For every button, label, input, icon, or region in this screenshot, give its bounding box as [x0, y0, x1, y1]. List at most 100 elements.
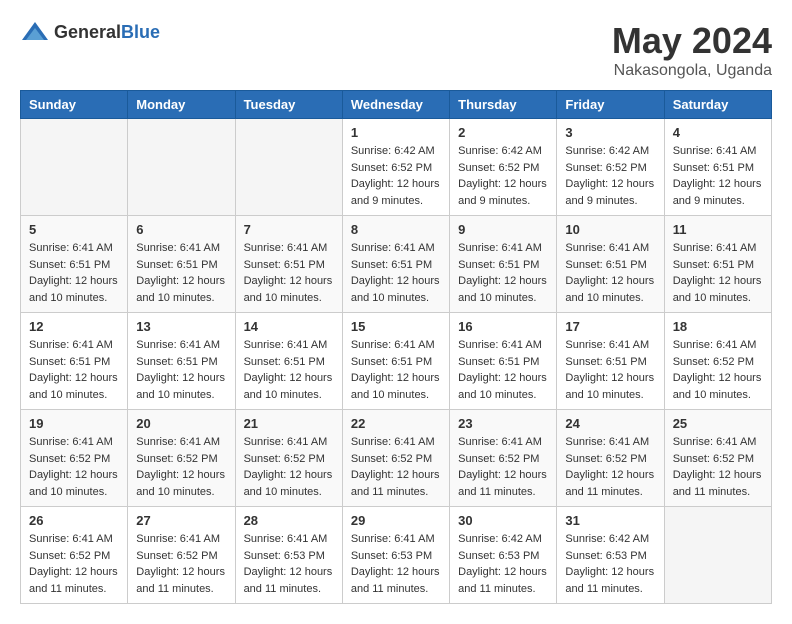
day-info-line: Sunset: 6:52 PM: [565, 451, 655, 468]
day-info-line: Sunset: 6:52 PM: [673, 354, 763, 371]
month-title: May 2024: [612, 20, 772, 62]
day-info-line: Daylight: 12 hours: [458, 370, 548, 387]
day-info: Sunrise: 6:41 AMSunset: 6:52 PMDaylight:…: [136, 434, 226, 500]
day-info-line: Sunrise: 6:41 AM: [565, 240, 655, 257]
calendar-cell: 12Sunrise: 6:41 AMSunset: 6:51 PMDayligh…: [21, 313, 128, 410]
day-number: 23: [458, 416, 548, 431]
day-info: Sunrise: 6:41 AMSunset: 6:51 PMDaylight:…: [29, 337, 119, 403]
day-number: 10: [565, 222, 655, 237]
day-info-line: Daylight: 12 hours: [29, 370, 119, 387]
day-info-line: Sunrise: 6:41 AM: [136, 531, 226, 548]
day-info-line: Sunset: 6:53 PM: [351, 548, 441, 565]
day-info-line: Sunrise: 6:42 AM: [565, 531, 655, 548]
day-info-line: Sunset: 6:51 PM: [136, 354, 226, 371]
day-info-line: Daylight: 12 hours: [565, 564, 655, 581]
day-number: 13: [136, 319, 226, 334]
day-info: Sunrise: 6:41 AMSunset: 6:51 PMDaylight:…: [458, 240, 548, 306]
calendar-cell: 8 Sunrise: 6:41 AMSunset: 6:51 PMDaylight…: [342, 216, 449, 313]
day-number: 22: [351, 416, 441, 431]
day-info-line: Sunrise: 6:41 AM: [673, 434, 763, 451]
day-info-line: Sunrise: 6:41 AM: [29, 434, 119, 451]
calendar-week-4: 19Sunrise: 6:41 AMSunset: 6:52 PMDayligh…: [21, 410, 772, 507]
day-number: 4: [673, 125, 763, 140]
day-info-line: Sunset: 6:53 PM: [244, 548, 334, 565]
day-info: Sunrise: 6:41 AMSunset: 6:51 PMDaylight:…: [244, 337, 334, 403]
day-info: Sunrise: 6:41 AMSunset: 6:52 PMDaylight:…: [29, 531, 119, 597]
day-info-line: Sunrise: 6:41 AM: [673, 143, 763, 160]
calendar-cell: 22 Sunrise: 6:41 AMSunset: 6:52 PMDayligh…: [342, 410, 449, 507]
day-number: 29: [351, 513, 441, 528]
day-info-line: Sunset: 6:52 PM: [351, 160, 441, 177]
day-info-line: Daylight: 12 hours: [565, 370, 655, 387]
day-header-monday: Monday: [128, 91, 235, 119]
day-info-line: Daylight: 12 hours: [244, 273, 334, 290]
day-info-line: Daylight: 12 hours: [351, 176, 441, 193]
day-info-line: Daylight: 12 hours: [244, 370, 334, 387]
day-info-line: and 11 minutes.: [458, 581, 548, 598]
calendar-cell: 31Sunrise: 6:42 AMSunset: 6:53 PMDayligh…: [557, 507, 664, 604]
day-info-line: Sunrise: 6:41 AM: [244, 240, 334, 257]
calendar-week-2: 5Sunrise: 6:41 AMSunset: 6:51 PMDaylight…: [21, 216, 772, 313]
day-info: Sunrise: 6:41 AMSunset: 6:52 PMDaylight:…: [351, 434, 441, 500]
calendar-cell: 23 Sunrise: 6:41 AMSunset: 6:52 PMDayligh…: [450, 410, 557, 507]
calendar-cell: 1Sunrise: 6:42 AMSunset: 6:52 PMDaylight…: [342, 119, 449, 216]
day-info-line: and 10 minutes.: [244, 484, 334, 501]
logo: GeneralBlue: [20, 20, 160, 44]
day-info: Sunrise: 6:41 AMSunset: 6:51 PMDaylight:…: [565, 240, 655, 306]
day-info: Sunrise: 6:41 AMSunset: 6:51 PMDaylight:…: [673, 143, 763, 209]
day-info-line: Sunrise: 6:42 AM: [565, 143, 655, 160]
day-info: Sunrise: 6:41 AMSunset: 6:51 PMDaylight:…: [351, 240, 441, 306]
day-info-line: Sunset: 6:52 PM: [565, 160, 655, 177]
day-info-line: Sunrise: 6:41 AM: [351, 337, 441, 354]
calendar-cell: 14Sunrise: 6:41 AMSunset: 6:51 PMDayligh…: [235, 313, 342, 410]
day-number: 21: [244, 416, 334, 431]
day-info: Sunrise: 6:41 AMSunset: 6:52 PMDaylight:…: [136, 531, 226, 597]
day-info-line: Sunrise: 6:41 AM: [458, 337, 548, 354]
day-info-line: Daylight: 12 hours: [458, 176, 548, 193]
day-number: 16: [458, 319, 548, 334]
day-info-line: Sunrise: 6:41 AM: [565, 434, 655, 451]
day-info: Sunrise: 6:42 AMSunset: 6:53 PMDaylight:…: [458, 531, 548, 597]
day-info-line: Sunrise: 6:41 AM: [136, 240, 226, 257]
calendar-cell: 25Sunrise: 6:41 AMSunset: 6:52 PMDayligh…: [664, 410, 771, 507]
day-number: 8: [351, 222, 441, 237]
day-info-line: Sunset: 6:51 PM: [244, 257, 334, 274]
day-info-line: and 10 minutes.: [458, 290, 548, 307]
day-info-line: Sunrise: 6:41 AM: [565, 337, 655, 354]
calendar-cell: 27Sunrise: 6:41 AMSunset: 6:52 PMDayligh…: [128, 507, 235, 604]
calendar-week-3: 12Sunrise: 6:41 AMSunset: 6:51 PMDayligh…: [21, 313, 772, 410]
day-info-line: Sunrise: 6:41 AM: [244, 434, 334, 451]
day-number: 6: [136, 222, 226, 237]
day-number: 28: [244, 513, 334, 528]
day-info-line: and 9 minutes.: [351, 193, 441, 210]
day-info-line: Sunset: 6:51 PM: [673, 257, 763, 274]
calendar-week-1: 1Sunrise: 6:42 AMSunset: 6:52 PMDaylight…: [21, 119, 772, 216]
day-info-line: Sunrise: 6:41 AM: [244, 531, 334, 548]
day-info-line: and 11 minutes.: [244, 581, 334, 598]
day-number: 18: [673, 319, 763, 334]
day-info-line: Daylight: 12 hours: [458, 273, 548, 290]
day-number: 24: [565, 416, 655, 431]
day-info: Sunrise: 6:41 AMSunset: 6:52 PMDaylight:…: [458, 434, 548, 500]
day-number: 17: [565, 319, 655, 334]
day-info-line: and 10 minutes.: [29, 484, 119, 501]
day-info-line: and 11 minutes.: [673, 484, 763, 501]
day-info-line: Sunset: 6:52 PM: [136, 548, 226, 565]
day-info-line: and 9 minutes.: [565, 193, 655, 210]
day-info-line: Daylight: 12 hours: [458, 467, 548, 484]
day-info-line: and 11 minutes.: [29, 581, 119, 598]
calendar-header-row: SundayMondayTuesdayWednesdayThursdayFrid…: [21, 91, 772, 119]
day-info-line: Sunrise: 6:41 AM: [351, 434, 441, 451]
day-info-line: Daylight: 12 hours: [244, 467, 334, 484]
day-info-line: Daylight: 12 hours: [351, 273, 441, 290]
day-info-line: Sunset: 6:52 PM: [29, 451, 119, 468]
calendar-cell: 5Sunrise: 6:41 AMSunset: 6:51 PMDaylight…: [21, 216, 128, 313]
day-number: 3: [565, 125, 655, 140]
day-info-line: and 10 minutes.: [244, 387, 334, 404]
day-info: Sunrise: 6:41 AMSunset: 6:52 PMDaylight:…: [244, 434, 334, 500]
calendar-cell: 21 Sunrise: 6:41 AMSunset: 6:52 PMDayligh…: [235, 410, 342, 507]
day-info-line: Sunset: 6:52 PM: [673, 451, 763, 468]
calendar-cell: 28Sunrise: 6:41 AMSunset: 6:53 PMDayligh…: [235, 507, 342, 604]
day-info-line: Sunset: 6:53 PM: [458, 548, 548, 565]
day-info-line: and 9 minutes.: [673, 193, 763, 210]
